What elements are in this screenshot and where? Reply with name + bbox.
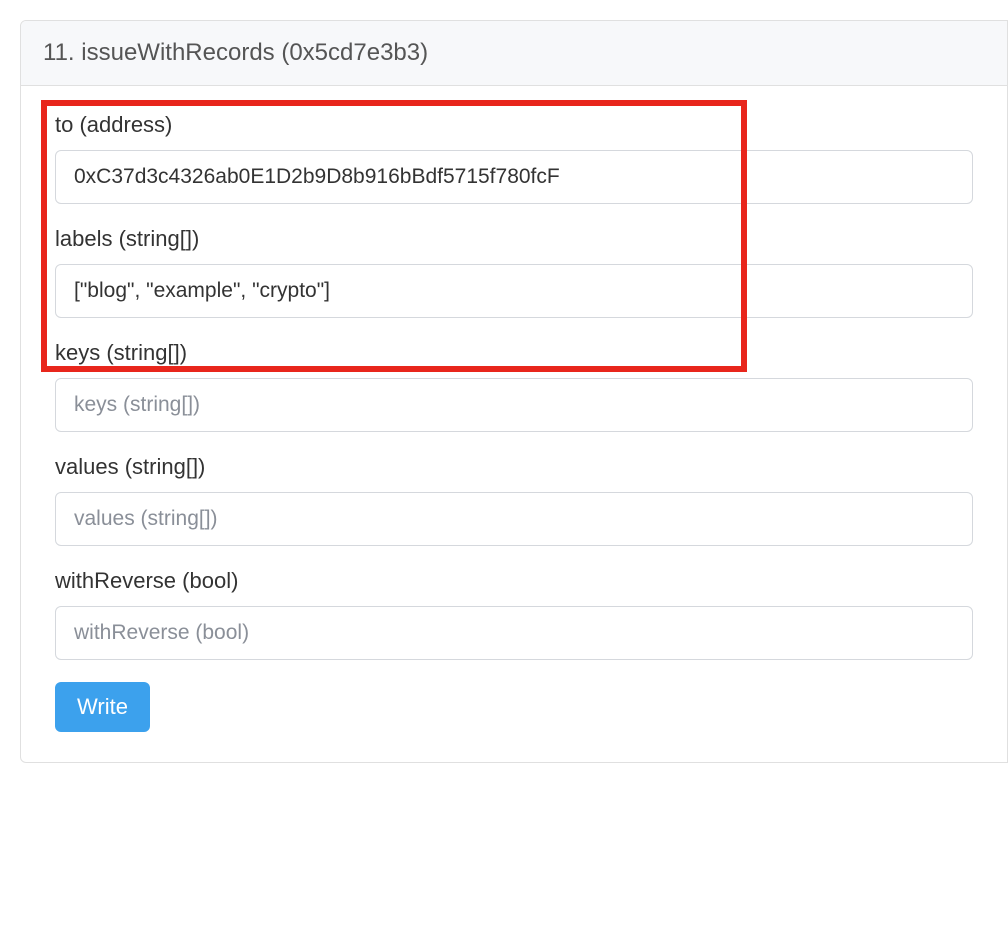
label-to: to (address) bbox=[55, 112, 973, 138]
function-index: 11. bbox=[43, 39, 75, 66]
field-values: values (string[]) bbox=[55, 454, 973, 546]
function-selector: (0x5cd7e3b3) bbox=[281, 39, 428, 66]
label-labels: labels (string[]) bbox=[55, 226, 973, 252]
field-to: to (address) bbox=[55, 112, 973, 204]
field-labels: labels (string[]) bbox=[55, 226, 973, 318]
label-withreverse: withReverse (bool) bbox=[55, 568, 973, 594]
field-withreverse: withReverse (bool) bbox=[55, 568, 973, 660]
function-header[interactable]: 11. issueWithRecords (0x5cd7e3b3) bbox=[21, 21, 1007, 86]
input-to[interactable] bbox=[55, 150, 973, 204]
function-panel: 11. issueWithRecords (0x5cd7e3b3) to (ad… bbox=[20, 20, 1008, 763]
label-keys: keys (string[]) bbox=[55, 340, 973, 366]
field-keys: keys (string[]) bbox=[55, 340, 973, 432]
write-button[interactable]: Write bbox=[55, 682, 150, 732]
input-keys[interactable] bbox=[55, 378, 973, 432]
function-body: to (address) labels (string[]) keys (str… bbox=[21, 86, 1007, 762]
input-withreverse[interactable] bbox=[55, 606, 973, 660]
input-labels[interactable] bbox=[55, 264, 973, 318]
input-values[interactable] bbox=[55, 492, 973, 546]
function-name: issueWithRecords bbox=[81, 39, 274, 66]
label-values: values (string[]) bbox=[55, 454, 973, 480]
